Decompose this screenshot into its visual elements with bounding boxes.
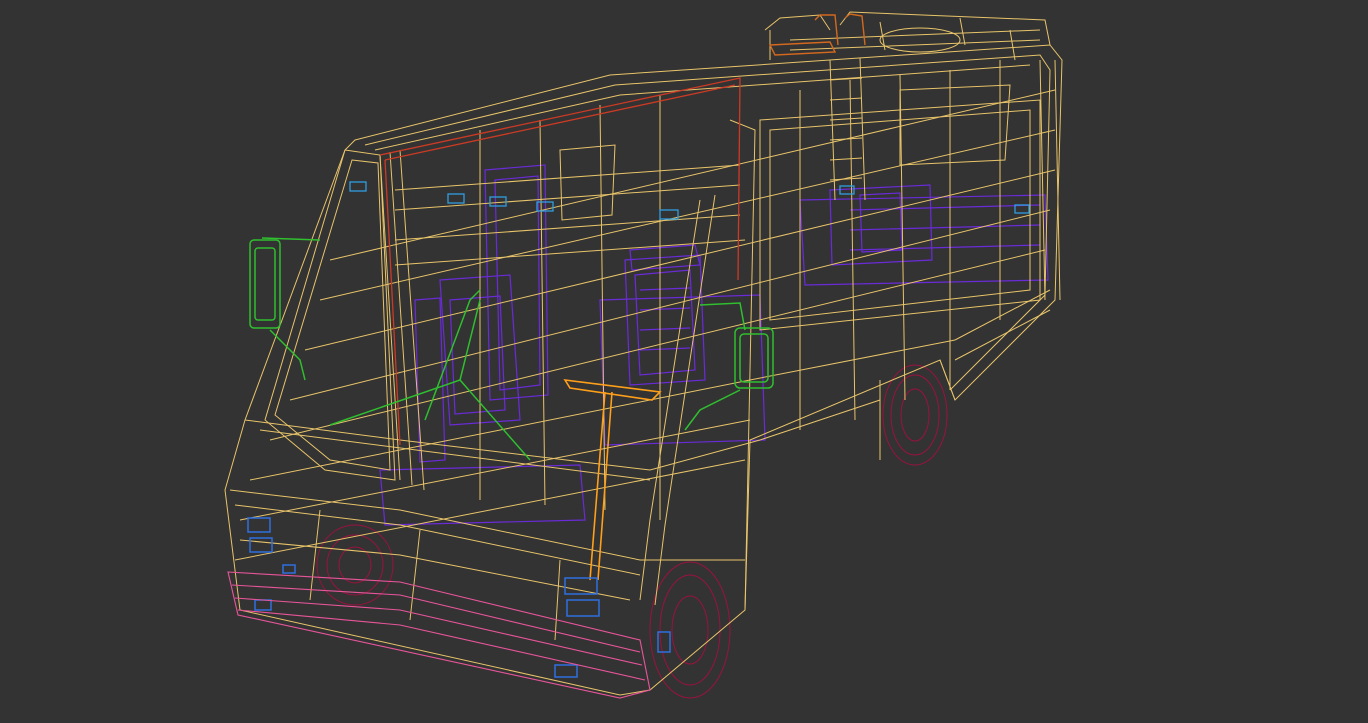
left-mirror <box>249 237 321 381</box>
red-trim <box>379 77 741 446</box>
front-bumper <box>227 571 651 699</box>
front-left-wheel <box>316 524 394 606</box>
3d-viewport[interactable] <box>0 0 1368 723</box>
wireframe-scene <box>224 11 1063 699</box>
front-right-wheel <box>649 561 731 699</box>
headlights <box>247 517 671 678</box>
